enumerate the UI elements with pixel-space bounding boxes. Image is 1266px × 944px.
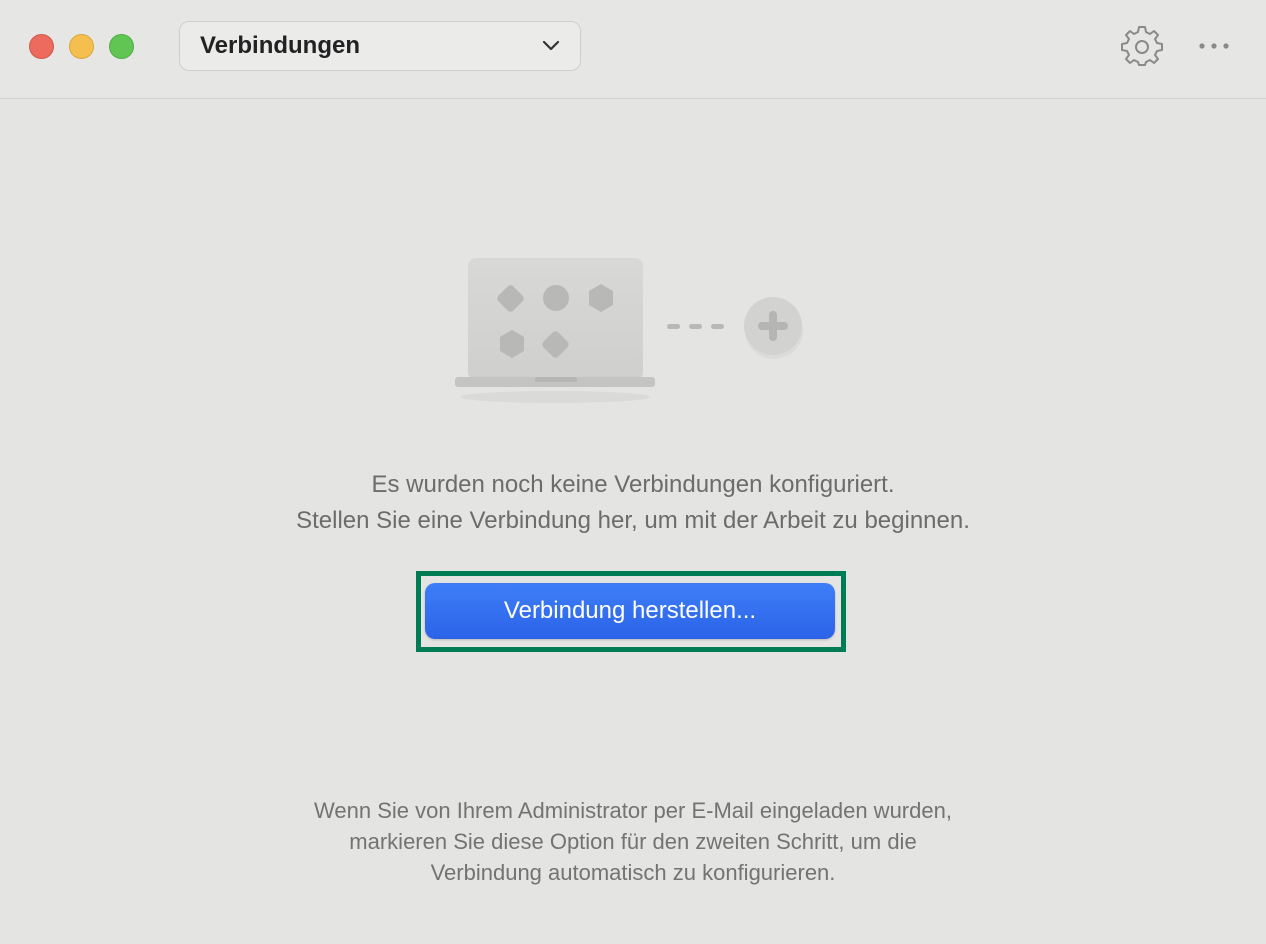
zoom-window-button[interactable] — [109, 34, 134, 59]
title-bar: Verbindungen — [0, 0, 1266, 99]
view-selector-label: Verbindungen — [200, 32, 361, 59]
gear-icon[interactable] — [1121, 25, 1163, 67]
empty-state-line-1: Es wurden noch keine Verbindungen konfig… — [371, 471, 895, 498]
laptop-icon — [455, 258, 655, 403]
ellipsis-icon[interactable] — [1196, 36, 1232, 56]
invite-hint-line-1: Wenn Sie von Ihrem Administrator per E-M… — [314, 798, 952, 823]
create-connection-button[interactable]: Verbindung herstellen... — [425, 583, 835, 639]
dashed-connector — [667, 324, 724, 329]
invite-hint-line-2: markieren Sie diese Option für den zweit… — [349, 829, 917, 854]
add-circle-icon — [744, 297, 803, 359]
chevron-down-icon — [542, 40, 560, 51]
minimize-window-button[interactable] — [69, 34, 94, 59]
empty-connections-illustration — [455, 258, 803, 403]
empty-state-line-2: Stellen Sie eine Verbindung her, um mit … — [296, 507, 970, 534]
empty-state-message: Es wurden noch keine Verbindungen konfig… — [0, 467, 1266, 539]
invite-hint-line-3: Verbindung automatisch zu konfigurieren. — [430, 860, 836, 885]
app-window: Verbindungen Es wurden noch keine Verbin… — [0, 0, 1266, 944]
close-window-button[interactable] — [29, 34, 54, 59]
view-selector-dropdown[interactable]: Verbindungen — [179, 21, 581, 71]
invite-hint: Wenn Sie von Ihrem Administrator per E-M… — [0, 795, 1266, 888]
